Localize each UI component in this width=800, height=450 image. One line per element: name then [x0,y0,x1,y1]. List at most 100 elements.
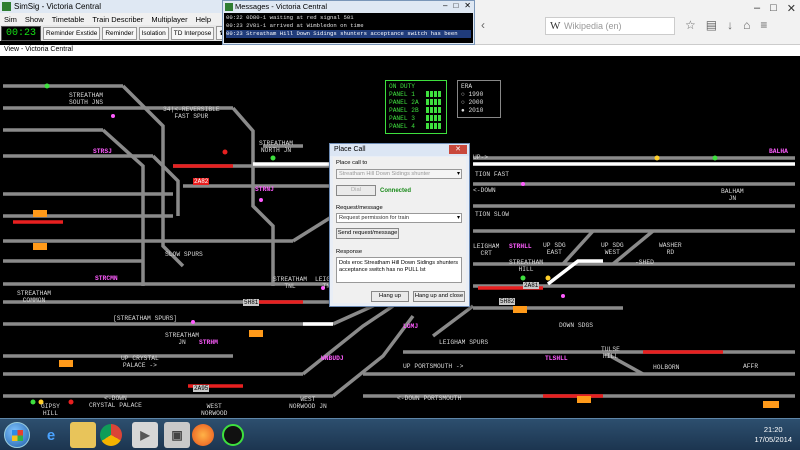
maximize-icon[interactable]: □ [770,2,777,15]
minimize-icon[interactable]: – [443,1,447,10]
era-option-1990[interactable]: ○ 1990 [461,91,497,99]
empty-berth[interactable] [763,401,779,408]
train-berth[interactable]: 5H81 [243,299,260,306]
messages-window: Messages - Victoria Central – □ ✕ 00:22 … [222,0,475,45]
signal-box-strhm[interactable]: STRHM [199,339,218,346]
signal-aspect [30,399,36,405]
label-down-sdgs: DOWN SDGS [559,322,594,329]
clipboard-icon[interactable]: ▤ [706,18,717,32]
on-duty-box: ON DUTY PANEL 1 PANEL 2A PANEL 2B PANEL … [385,80,447,134]
td-interpose-button[interactable]: TD Interpose [170,26,215,40]
call-to-select[interactable]: Streatham Hill Down Sidings shunter ▾ [336,169,462,179]
hang-up-button[interactable]: Hang up [371,291,409,302]
label-streatham-spurs: [STREATHAM SPURS] [113,315,178,322]
start-button[interactable] [4,422,30,448]
request-select[interactable]: Request permission for train ▾ [336,213,462,223]
system-date: 17/05/2014 [754,435,792,444]
label-leigham-spurs: LEIGHAM SPURS [439,339,489,346]
signal-box-strhll[interactable]: STRHLL [509,243,532,250]
internet-explorer-icon[interactable]: e [38,422,64,448]
simsig-toolbar: 00:23 Reminder Exstide Reminder Isolatio… [0,25,244,41]
media-player-icon[interactable]: ▶ [132,422,158,448]
message-line-selected[interactable]: 00:23 Streatham Hill Down Sidings shunte… [226,30,471,38]
train-berth[interactable]: 2A81 [523,282,540,289]
empty-berth[interactable] [33,243,47,250]
hang-up-and-close-button[interactable]: Hang up and close [413,291,465,302]
signal-aspect [68,399,74,405]
era-option-2010[interactable]: ● 2010 [461,107,497,115]
dialog-close-button[interactable]: ✕ [449,145,467,154]
label-up-fast: UP-> [473,154,489,161]
home-icon[interactable]: ⌂ [743,18,750,32]
empty-berth[interactable] [33,210,47,217]
ground-signal [561,294,565,298]
duty-indicator [426,123,442,129]
ground-signal [111,114,115,118]
train-berth[interactable]: 2A82 [193,178,210,185]
maximize-icon[interactable]: □ [453,1,458,10]
signal-box-strnj[interactable]: STRNJ [255,186,274,193]
browser-search-input[interactable]: W Wikipedia (en) [545,17,675,35]
application-icon[interactable]: ▣ [164,422,190,448]
label-up-crystal-palace: UP CRYSTAL PALACE -> [121,355,159,369]
label-west-norwood-jn: WEST NORWOOD JN [289,396,327,410]
label-station-fast: TION FAST [475,171,510,178]
back-arrow-icon[interactable]: ‹ [481,18,485,32]
close-icon[interactable]: ✕ [787,2,796,15]
browser-toolbar: ☆ ▤ ↓ ⌂ ≡ [685,18,767,32]
chrome-icon[interactable] [100,424,122,446]
dial-button[interactable]: Dial [336,185,376,196]
empty-berth[interactable] [577,396,591,403]
signal-box-tlshll[interactable]: TLSHLL [545,355,568,362]
reminder-button[interactable]: Reminder [102,26,137,40]
era-option-2000[interactable]: ○ 2000 [461,99,497,107]
track-segment [331,314,415,398]
train-berth[interactable]: 5H82 [499,298,516,305]
menu-multiplayer[interactable]: Multiplayer [151,15,187,24]
label-reversible-fast-spur: 34|<-REVERSIBLE FAST SPUR [163,106,220,120]
messages-app-icon [225,3,233,11]
signal-box-strcmn[interactable]: STRCMN [95,275,118,282]
empty-berth[interactable] [513,306,527,313]
menu-train-describer[interactable]: Train Describer [92,15,143,24]
signal-box-lgmj[interactable]: LGMJ [403,323,418,330]
download-icon[interactable]: ↓ [727,18,733,32]
isolation-button[interactable]: Isolation [138,26,169,40]
close-icon[interactable]: ✕ [464,1,471,10]
menu-sim[interactable]: Sim [4,15,17,24]
star-icon[interactable]: ☆ [685,18,696,32]
signal-box-wnbudj[interactable]: WNBUDJ [321,355,344,362]
empty-berth[interactable] [249,330,263,337]
signal-aspect [520,275,526,281]
file-explorer-icon[interactable] [70,422,96,448]
empty-berth[interactable] [59,360,73,367]
dialog-title: Place Call [334,146,366,153]
call-to-value: Streatham Hill Down Sidings shunter [339,171,431,177]
track-segment [561,229,595,266]
train-berth[interactable]: 2A95 [193,385,210,392]
era-box: ERA ○ 1990 ○ 2000 ● 2010 [457,80,501,118]
track-segment [292,214,334,243]
menu-icon[interactable]: ≡ [760,18,767,32]
firefox-icon[interactable] [192,424,214,446]
menu-show[interactable]: Show [25,15,44,24]
connection-status: Connected [380,188,412,194]
message-line: 00:22 0D80-1 waiting at red signal 501 [226,14,354,21]
simsig-taskbar-icon[interactable] [222,424,244,446]
simsig-menu-bar: Sim Show Timetable Train Describer Multi… [0,13,222,25]
label-up-portsmouth: UP PORTSMOUTH -> [403,363,464,370]
send-request-button[interactable]: Send request/message [336,228,399,239]
minimize-icon[interactable]: – [754,2,760,15]
system-clock[interactable]: 21:20 17/05/2014 [754,425,792,445]
duty-indicator [426,91,442,97]
menu-help[interactable]: Help [196,15,211,24]
label-shed: -SHED [635,259,654,266]
reminder-exstide-button[interactable]: Reminder Exstide [43,26,101,40]
signal-box-balham[interactable]: BALHA [769,148,788,155]
view-title: View - Victoria Central [4,46,73,53]
ground-signal [521,182,525,186]
messages-list[interactable]: 00:22 0D80-1 waiting at red signal 501 0… [224,13,473,43]
signal-box-strsj[interactable]: STRSJ [93,148,112,155]
menu-timetable[interactable]: Timetable [52,15,85,24]
sim-clock[interactable]: 00:23 [1,25,42,41]
